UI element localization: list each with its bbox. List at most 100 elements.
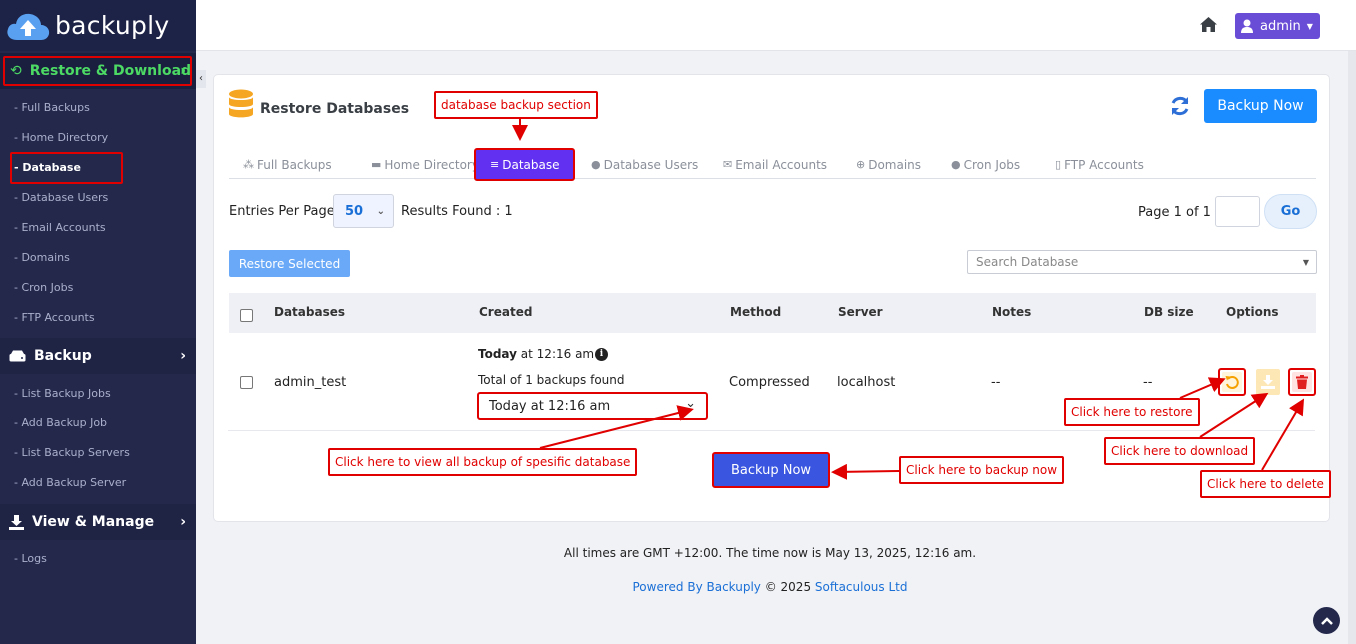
- sidebar-section-label: View & Manage: [32, 514, 155, 530]
- download-icon: [9, 514, 24, 530]
- callout-view-all-backups: Click here to view all backup of spesifi…: [328, 448, 638, 476]
- scroll-top-button[interactable]: [1313, 607, 1340, 634]
- col-db-size: DB size: [1144, 305, 1194, 319]
- refresh-icon[interactable]: [1169, 95, 1191, 117]
- sidebar-item-domains[interactable]: - Domains: [14, 251, 70, 264]
- tab-label: Email Accounts: [735, 157, 828, 172]
- sidebar-item-list-backup-jobs[interactable]: - List Backup Jobs: [14, 387, 111, 400]
- col-notes: Notes: [992, 305, 1032, 319]
- undo-icon: [1225, 376, 1239, 389]
- file-icon: ▯: [1055, 158, 1062, 171]
- restore-selected-button[interactable]: Restore Selected: [229, 250, 350, 277]
- copyright: © 2025: [760, 580, 815, 594]
- caret-down-icon: ▼: [1302, 257, 1309, 267]
- cubes-icon: ⁂: [243, 158, 254, 171]
- sidebar-item-home-directory[interactable]: - Home Directory: [14, 131, 108, 144]
- sidebar-section-label: Backup: [34, 348, 92, 364]
- backup-now-button[interactable]: Backup Now: [1204, 89, 1317, 123]
- backup-size: --: [1143, 375, 1153, 390]
- tab-label: Home Directory: [384, 157, 479, 172]
- sidebar-collapse-toggle[interactable]: ‹: [196, 70, 206, 88]
- envelope-icon: ✉: [723, 158, 733, 171]
- chevron-down-icon: ⌄: [685, 396, 696, 411]
- callout-download: Click here to download: [1104, 437, 1256, 465]
- created-time: at 12:16 am: [516, 347, 595, 361]
- tab-domains[interactable]: ⊕ Domains: [856, 148, 921, 181]
- globe-icon: ⊕: [856, 158, 866, 171]
- backup-server: localhost: [837, 375, 896, 390]
- sidebar-item-database-users[interactable]: - Database Users: [14, 191, 108, 204]
- powered-by: Powered By Backuply © 2025 Softaculous L…: [0, 580, 1356, 594]
- sidebar-item-add-backup-server[interactable]: - Add Backup Server: [14, 476, 126, 489]
- tab-email-accounts[interactable]: ✉ Email Accounts: [723, 148, 827, 181]
- chevron-right-icon: ›: [180, 348, 186, 364]
- sidebar-section-view-manage[interactable]: View & Manage ›: [0, 504, 196, 540]
- sidebar-item-list-backup-servers[interactable]: - List Backup Servers: [14, 446, 130, 459]
- sidebar-item-full-backups[interactable]: - Full Backups: [14, 101, 90, 114]
- sidebar-item-email-accounts[interactable]: - Email Accounts: [14, 221, 106, 234]
- backup-method: Compressed: [729, 375, 810, 390]
- search-database-select[interactable]: Search Database ▼: [967, 250, 1317, 274]
- row-checkbox[interactable]: [240, 376, 253, 389]
- company-link[interactable]: Softaculous Ltd: [815, 580, 908, 594]
- page-info: Page 1 of 1: [1138, 205, 1211, 220]
- tab-home-directory[interactable]: ▬ Home Directory: [371, 148, 479, 181]
- go-button[interactable]: Go: [1264, 194, 1317, 229]
- total-backups-found: Total of 1 backups found: [478, 373, 625, 387]
- brand-name: backuply: [55, 11, 170, 40]
- download-icon: [1261, 375, 1275, 389]
- caret-down-icon: ▼: [1306, 21, 1313, 31]
- col-method: Method: [730, 305, 782, 319]
- tab-cron-jobs[interactable]: ● Cron Jobs: [951, 148, 1020, 181]
- results-count: Results Found : 1: [401, 204, 513, 219]
- sidebar-item-cron-jobs[interactable]: - Cron Jobs: [14, 281, 73, 294]
- delete-button[interactable]: [1288, 368, 1316, 396]
- tab-full-backups[interactable]: ⁂ Full Backups: [243, 148, 332, 181]
- trash-icon: [1296, 375, 1308, 389]
- top-bar: admin ▼: [196, 0, 1356, 51]
- callout-database-section: database backup section: [434, 91, 598, 119]
- backup-version-select[interactable]: Today at 12:16 am ⌄: [477, 392, 708, 420]
- tab-label: FTP Accounts: [1064, 157, 1144, 172]
- brand-logo[interactable]: backuply: [0, 0, 196, 51]
- users-icon: ●: [591, 158, 601, 171]
- download-button[interactable]: [1254, 368, 1282, 396]
- restore-button[interactable]: [1218, 368, 1246, 396]
- tab-database[interactable]: ≡ Database: [474, 148, 576, 181]
- database-name: admin_test: [274, 375, 347, 390]
- powered-by-link[interactable]: Powered By Backuply: [633, 580, 761, 594]
- sidebar-item-add-backup-job[interactable]: - Add Backup Job: [14, 416, 107, 429]
- col-server: Server: [838, 305, 883, 319]
- info-icon[interactable]: i: [595, 348, 608, 361]
- chevron-up-icon: [1320, 616, 1333, 625]
- user-menu-button[interactable]: admin ▼: [1235, 13, 1320, 39]
- cloud-upload-icon: [7, 13, 50, 40]
- created-day: Today: [478, 347, 517, 361]
- database-icon: ≡: [490, 158, 500, 171]
- chevron-down-icon: ⌄: [376, 205, 385, 217]
- tab-database-users[interactable]: ● Database Users: [591, 148, 698, 181]
- sidebar-section-backup[interactable]: Backup ›: [0, 338, 196, 374]
- tab-label: Domains: [868, 157, 922, 172]
- server-time: All times are GMT +12:00. The time now i…: [563, 546, 977, 560]
- row-backup-now-button[interactable]: Backup Now: [712, 452, 830, 488]
- restore-section-highlight: [3, 56, 192, 86]
- tab-ftp-accounts[interactable]: ▯ FTP Accounts: [1055, 148, 1144, 181]
- home-icon[interactable]: [1199, 16, 1218, 33]
- entries-per-page-label: Entries Per Page: [229, 204, 335, 219]
- select-all-checkbox[interactable]: [240, 309, 253, 322]
- user-clock-icon: ●: [951, 158, 961, 171]
- sidebar-item-ftp-accounts[interactable]: - FTP Accounts: [14, 311, 95, 324]
- table-header: Databases Created Method Server Notes DB…: [229, 293, 1316, 333]
- callout-delete: Click here to delete: [1200, 470, 1331, 498]
- backup-notes: --: [991, 375, 1001, 390]
- entries-per-page-select[interactable]: 50 ⌄: [333, 194, 394, 228]
- chevron-right-icon: ›: [180, 514, 186, 530]
- col-databases: Databases: [274, 305, 346, 319]
- user-name: admin: [1260, 18, 1301, 34]
- entries-value: 50: [345, 203, 364, 219]
- page-number-input[interactable]: [1215, 196, 1260, 227]
- created-date: Today at 12:16 am: [478, 347, 594, 361]
- hdd-icon: [9, 350, 26, 362]
- callout-backup-now: Click here to backup now: [899, 456, 1065, 484]
